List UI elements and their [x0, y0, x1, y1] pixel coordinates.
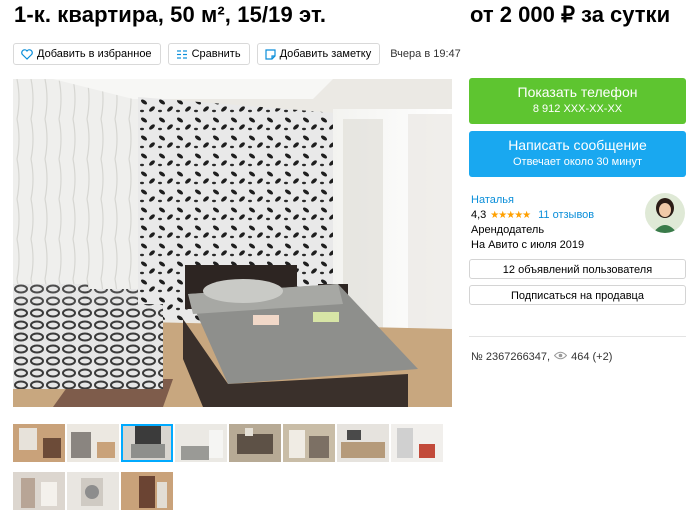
- show-phone-label: Показать телефон: [517, 84, 638, 100]
- reviews-link[interactable]: 11 отзывов: [538, 208, 594, 223]
- compare-icon: [176, 49, 188, 60]
- posted-date: Вчера в 19:47: [390, 48, 461, 60]
- listing-meta: № 2367266347, 464 (+2): [471, 351, 612, 363]
- seller-role: Арендодатель: [471, 224, 545, 236]
- divider: [469, 336, 686, 337]
- compare-button[interactable]: Сравнить: [167, 43, 250, 65]
- write-message-label: Написать сообщение: [508, 137, 647, 153]
- thumbnail[interactable]: [229, 424, 281, 462]
- phone-number: 8 912 XXX-XX-XX: [532, 103, 623, 115]
- thumbnail[interactable]: [283, 424, 335, 462]
- thumbnail[interactable]: [175, 424, 227, 462]
- thumbnail[interactable]: [121, 472, 173, 510]
- add-note-button[interactable]: Добавить заметку: [256, 43, 381, 65]
- thumbnail[interactable]: [67, 472, 119, 510]
- star-rating-icon: ★★★★★: [490, 210, 531, 221]
- listing-title: 1-к. квартира, 50 м², 15/19 эт.: [14, 2, 327, 27]
- thumbnail[interactable]: [67, 424, 119, 462]
- heart-icon: [21, 48, 33, 60]
- rating-value: 4,3: [471, 209, 487, 221]
- listing-price: от 2 000 ₽ за сутки: [470, 2, 671, 27]
- show-phone-button[interactable]: Показать телефон 8 912 XXX-XX-XX: [469, 78, 686, 124]
- main-photo[interactable]: [13, 79, 452, 407]
- listing-id: № 2367266347,: [471, 351, 551, 363]
- eye-icon: [553, 351, 568, 363]
- add-favorite-label: Добавить в избранное: [37, 48, 152, 60]
- subscribe-seller-button[interactable]: Подписаться на продавца: [469, 285, 686, 305]
- add-note-label: Добавить заметку: [279, 48, 372, 60]
- thumbnail[interactable]: [337, 424, 389, 462]
- thumbnail-selected[interactable]: [121, 424, 173, 462]
- seller-listings-button[interactable]: 12 объявлений пользователя: [469, 259, 686, 279]
- avatar[interactable]: [645, 193, 685, 233]
- add-favorite-button[interactable]: Добавить в избранное: [13, 43, 161, 65]
- response-time: Отвечает около 30 минут: [512, 156, 643, 168]
- seller-info: Наталья 4,3 ★★★★★ 11 отзывов Арендодател…: [471, 193, 594, 253]
- listing-actions: Добавить в избранное Сравнить Добавить з…: [13, 43, 461, 65]
- thumbnail[interactable]: [391, 424, 443, 462]
- seller-since: На Авито с июля 2019: [471, 239, 585, 251]
- compare-label: Сравнить: [191, 48, 241, 60]
- thumbnail[interactable]: [13, 472, 65, 510]
- view-count: 464 (+2): [571, 351, 613, 363]
- seller-rating: 4,3 ★★★★★ 11 отзывов: [471, 208, 594, 223]
- thumbnail[interactable]: [13, 424, 65, 462]
- note-icon: [264, 48, 276, 60]
- seller-name[interactable]: Наталья: [471, 193, 594, 208]
- write-message-button[interactable]: Написать сообщение Отвечает около 30 мин…: [469, 131, 686, 177]
